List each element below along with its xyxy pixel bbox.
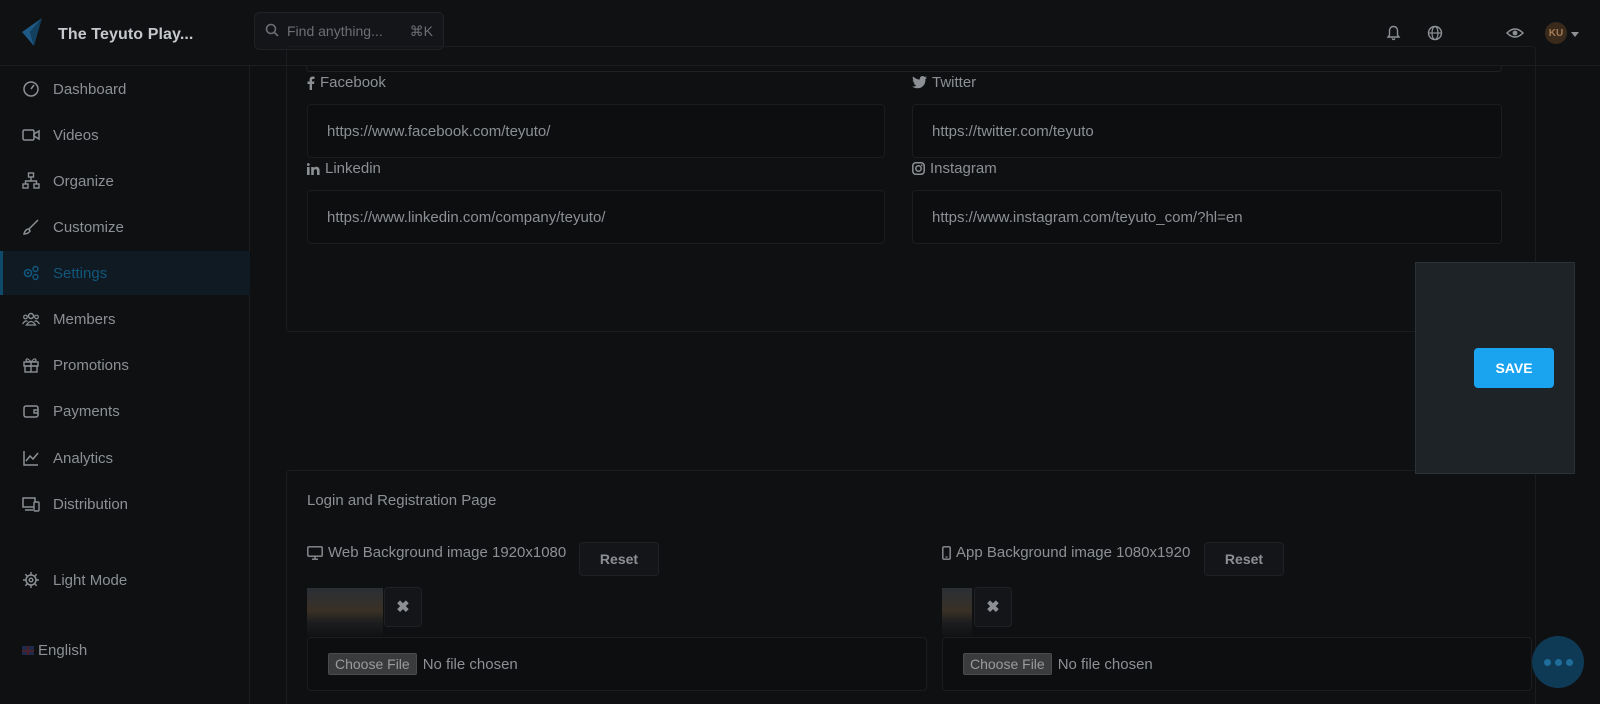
search-box[interactable]: Find anything... ⌘K — [254, 12, 444, 50]
facebook-input[interactable]: https://www.facebook.com/teyuto/ — [307, 104, 885, 158]
file-status: No file chosen — [422, 655, 518, 673]
gear-icon — [23, 572, 39, 588]
instagram-input[interactable]: https://www.instagram.com/teyuto_com/?hl… — [912, 190, 1502, 244]
app-reset-button[interactable]: Reset — [1204, 542, 1284, 576]
app-background-thumbnail — [942, 588, 972, 638]
users-icon — [22, 312, 40, 326]
desktop-icon — [307, 545, 323, 560]
sidebar-item-members[interactable]: Members — [0, 297, 250, 341]
linkedin-input[interactable]: https://www.linkedin.com/company/teyuto/ — [307, 190, 885, 244]
sidebar-item-label: Payments — [53, 402, 120, 420]
file-status: No file chosen — [1057, 655, 1153, 673]
mobile-icon — [942, 545, 951, 560]
search-icon — [265, 23, 279, 40]
eye-icon[interactable] — [1500, 18, 1530, 48]
sidebar-item-analytics[interactable]: Analytics — [0, 436, 250, 480]
gauge-icon — [23, 81, 39, 97]
sidebar-item-label: Members — [53, 310, 116, 328]
brand[interactable]: The Teyuto Play... — [20, 16, 193, 53]
instagram-icon — [912, 162, 925, 175]
twitter-icon — [912, 76, 927, 89]
sitemap-icon — [22, 172, 40, 189]
gift-icon — [23, 358, 39, 373]
previous-field-bottom — [306, 66, 1502, 72]
uk-flag-icon — [22, 646, 34, 655]
social-links-card — [286, 46, 1536, 332]
wallet-icon — [23, 405, 39, 418]
bell-icon[interactable] — [1378, 18, 1408, 48]
user-menu[interactable]: KU — [1544, 18, 1580, 48]
sidebar-item-promotions[interactable]: Promotions — [0, 343, 250, 387]
facebook-label: Facebook — [307, 74, 386, 91]
web-background-label: Web Background image 1920x1080 — [307, 544, 566, 561]
cogs-icon — [23, 265, 39, 281]
instagram-label: Instagram — [912, 160, 997, 177]
chat-dot — [1554, 658, 1562, 666]
app-file-input[interactable]: Choose File No file chosen — [942, 637, 1532, 691]
devices-icon — [22, 497, 40, 512]
section-title: Login and Registration Page — [307, 492, 497, 509]
sidebar-item-organize[interactable]: Organize — [0, 159, 250, 203]
chat-bubble-icon[interactable] — [1532, 636, 1584, 688]
avatar: KU — [1545, 22, 1567, 44]
facebook-icon — [307, 76, 315, 90]
sidebar-item-label: Promotions — [53, 356, 129, 374]
sidebar-item-distribution[interactable]: Distribution — [0, 482, 250, 526]
sidebar-item-label: Customize — [53, 218, 124, 236]
web-background-thumbnail — [307, 588, 383, 638]
app-title: The Teyuto Play... — [58, 25, 194, 43]
main-content: Facebook https://www.facebook.com/teyuto… — [250, 46, 1600, 704]
chat-dot — [1565, 658, 1573, 666]
twitter-label: Twitter — [912, 74, 976, 91]
web-file-input[interactable]: Choose File No file chosen — [307, 637, 927, 691]
app-background-label: App Background image 1080x1920 — [942, 544, 1190, 561]
sidebar-item-label: Dashboard — [53, 80, 127, 98]
chevron-down-icon — [1571, 24, 1579, 42]
chat-dot — [1543, 658, 1551, 666]
linkedin-label: Linkedin — [307, 160, 381, 177]
save-button[interactable]: SAVE — [1474, 348, 1554, 388]
sidebar-item-payments[interactable]: Payments — [0, 389, 250, 433]
sidebar-item-label: Analytics — [53, 449, 114, 467]
save-panel: SAVE — [1415, 262, 1575, 474]
choose-file-button[interactable]: Choose File — [963, 653, 1052, 675]
chart-icon — [23, 451, 39, 466]
language-label: English — [38, 642, 88, 659]
sidebar-item-label: Organize — [53, 172, 114, 190]
top-icons: KU — [1378, 18, 1600, 48]
app-remove-button[interactable]: ✖ — [974, 587, 1012, 627]
sidebar-item-dashboard[interactable]: Dashboard — [0, 67, 250, 111]
globe-icon[interactable] — [1420, 18, 1450, 48]
linkedin-icon — [307, 162, 320, 175]
search-shortcut: ⌘K — [409, 22, 433, 39]
light-mode-toggle[interactable]: Light Mode — [0, 558, 250, 602]
sidebar-item-videos[interactable]: Videos — [0, 113, 250, 157]
sidebar-item-label: Videos — [53, 126, 99, 144]
web-reset-button[interactable]: Reset — [579, 542, 659, 576]
sidebar-item-label: Distribution — [53, 495, 129, 513]
sidebar-item-customize[interactable]: Customize — [0, 205, 250, 249]
search-placeholder: Find anything... — [287, 23, 383, 39]
choose-file-button[interactable]: Choose File — [328, 653, 417, 675]
sidebar: Dashboard Videos Organize Customize Sett… — [0, 66, 250, 704]
light-mode-label: Light Mode — [53, 571, 128, 589]
language-selector[interactable]: English — [22, 642, 87, 659]
sidebar-item-label: Settings — [53, 264, 108, 282]
sidebar-item-settings[interactable]: Settings — [0, 251, 250, 295]
teyuto-logo-icon — [20, 16, 44, 53]
video-icon — [22, 129, 40, 141]
web-remove-button[interactable]: ✖ — [384, 587, 422, 627]
twitter-input[interactable]: https://twitter.com/teyuto — [912, 104, 1502, 158]
brush-icon — [23, 219, 39, 235]
